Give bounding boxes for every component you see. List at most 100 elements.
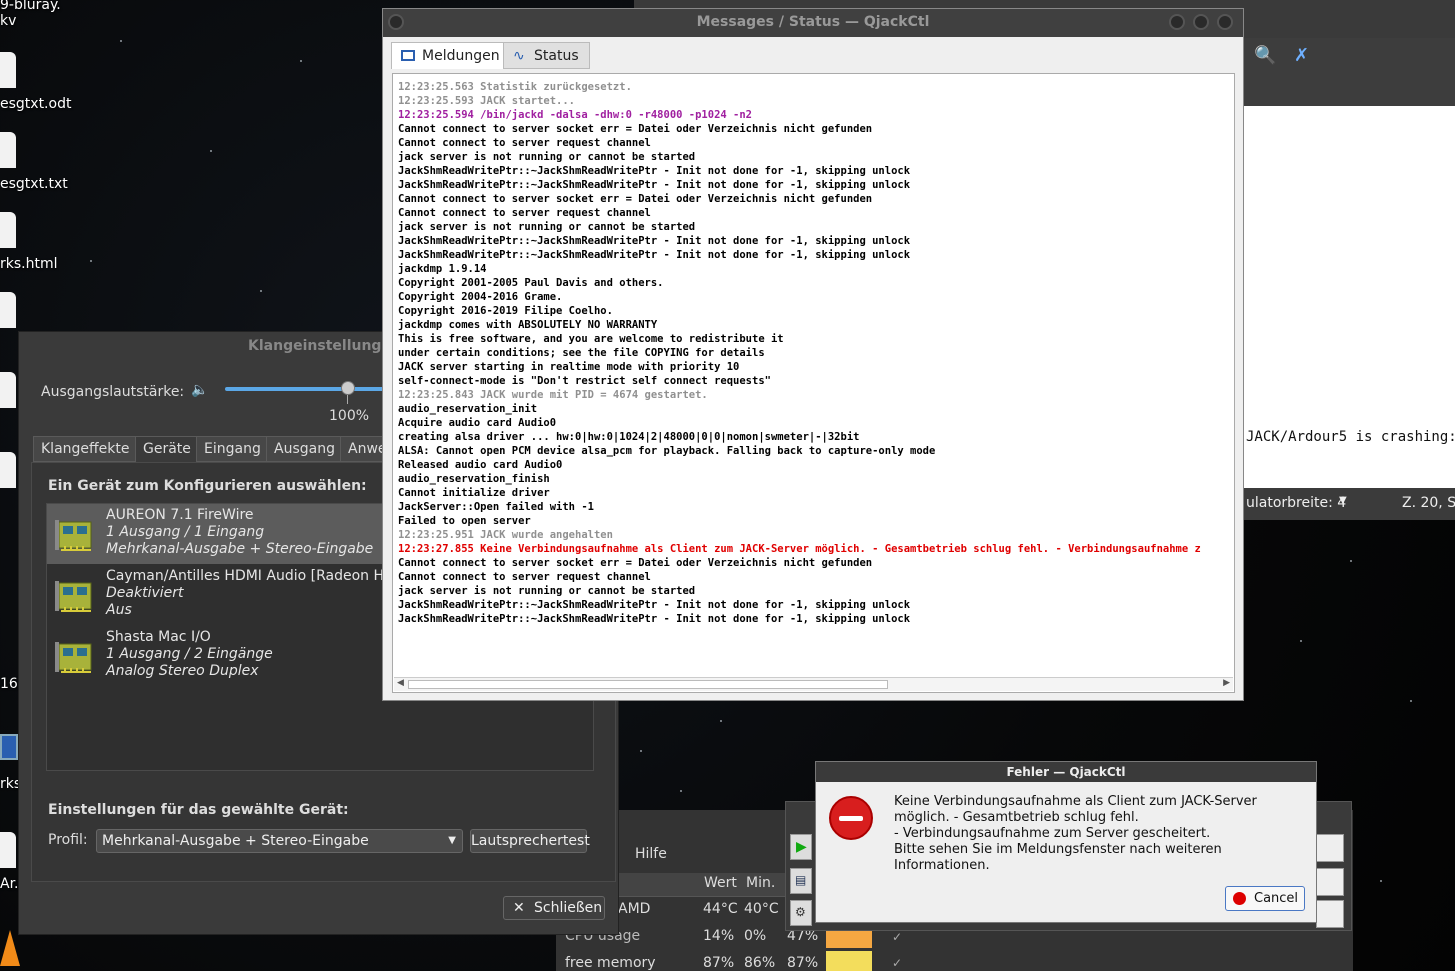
- tab-status-label: Status: [534, 48, 579, 64]
- file-icon[interactable]: [0, 132, 16, 168]
- messages-icon: ▤: [795, 873, 807, 887]
- desktop-icon-label[interactable]: Ar.: [0, 876, 19, 892]
- desktop-icon-label[interactable]: rks.html: [0, 256, 58, 272]
- device-name: AUREON 7.1 FireWire: [106, 507, 254, 523]
- editor-text-line[interactable]: JACK/Ardour5 is crashing:: [1246, 429, 1455, 445]
- window-title: Messages / Status — QjackCtl: [383, 9, 1243, 37]
- menu-help[interactable]: Hilfe: [635, 846, 667, 862]
- search-icon[interactable]: 🔍: [1254, 45, 1276, 67]
- profile-select[interactable]: Mehrkanal-Ausgabe + Stereo-Eingabe ▼: [96, 829, 463, 853]
- chevron-down-icon: ▼: [448, 835, 456, 846]
- scrollbar-thumb[interactable]: [408, 680, 888, 689]
- column-header[interactable]: Wert: [704, 875, 737, 891]
- sensor-value: 87%: [703, 955, 735, 971]
- message-log[interactable]: 12:23:25.563 Statistik zurückgesetzt. 12:…: [392, 73, 1235, 693]
- desktop-icon-label[interactable]: kv: [0, 13, 16, 29]
- log-line: JACK server starting in realtime mode wi…: [398, 361, 740, 373]
- log-line: Cannot connect to server request channel: [398, 207, 651, 219]
- checkbox-icon[interactable]: ✓: [892, 956, 902, 970]
- file-icon[interactable]: [0, 52, 16, 88]
- maximize-button[interactable]: [1193, 14, 1209, 30]
- window-menu-button[interactable]: [388, 14, 404, 30]
- toolbar-button[interactable]: [1316, 834, 1344, 862]
- log-line: audio_reservation_finish: [398, 473, 550, 485]
- log-line: 12:23:25.563 Statistik zurückgesetzt.: [398, 81, 632, 93]
- scroll-right-icon[interactable]: ▶: [1223, 678, 1230, 688]
- device-name: Cayman/Antilles HDMI Audio [Radeon HD 6: [106, 568, 409, 584]
- close-button-label: Schließen: [534, 900, 603, 916]
- cancel-icon: [1233, 892, 1246, 905]
- checkbox-icon[interactable]: ✓: [892, 930, 902, 944]
- toolbar-button[interactable]: [1316, 900, 1344, 928]
- column-header[interactable]: Min.: [746, 875, 775, 891]
- desktop-icon-label[interactable]: esgtxt.odt: [0, 96, 71, 112]
- file-icon[interactable]: [0, 452, 16, 488]
- spellcheck-icon[interactable]: ✗: [1294, 45, 1316, 67]
- close-button[interactable]: ✕ Schließen: [503, 896, 605, 920]
- log-line: jack server is not running or cannot be …: [398, 151, 696, 163]
- log-line: jack server is not running or cannot be …: [398, 585, 696, 597]
- scroll-left-icon[interactable]: ◀: [397, 678, 404, 688]
- log-line: JackShmReadWritePtr::~JackShmReadWritePt…: [398, 613, 911, 625]
- horizontal-scrollbar[interactable]: ◀ ▶: [394, 677, 1233, 691]
- toolbar-button[interactable]: [1316, 868, 1344, 896]
- log-line: This is free software, and you are welco…: [398, 333, 784, 345]
- log-line: 12:23:25.843 JACK wurde mit PID = 4674 g…: [398, 389, 708, 401]
- log-line: Copyright 2001-2005 Paul Davis and other…: [398, 277, 664, 289]
- sensor-value: 44°C: [703, 901, 738, 917]
- tab-input[interactable]: Eingang: [196, 436, 269, 462]
- tab-devices[interactable]: Geräte: [135, 436, 199, 462]
- log-line: Acquire audio card Audio0: [398, 417, 557, 429]
- log-line: Released audio card Audio0: [398, 459, 563, 471]
- vlc-icon[interactable]: [0, 930, 20, 966]
- tab-status[interactable]: ∿ Status: [503, 42, 590, 69]
- speaker-icon[interactable]: 🔈: [191, 382, 208, 398]
- computer-icon[interactable]: [0, 734, 18, 760]
- setup-button[interactable]: ⚙: [790, 900, 812, 926]
- volume-slider-handle[interactable]: [341, 381, 355, 395]
- start-button[interactable]: ▶: [790, 834, 812, 860]
- tab-messages-label: Meldungen: [422, 48, 500, 64]
- log-line: Copyright 2004-2016 Grame.: [398, 291, 563, 303]
- volume-percent: 100%: [329, 408, 370, 424]
- tab-width-selector[interactable]: ulatorbreite: 4: [1246, 495, 1346, 511]
- log-line: JackShmReadWritePtr::~JackShmReadWritePt…: [398, 165, 911, 177]
- cancel-button[interactable]: Cancel: [1225, 886, 1305, 911]
- error-message: Keine Verbindungsaufnahme als Client zum…: [894, 794, 1294, 874]
- error-message-line: Keine Verbindungsaufnahme als Client zum…: [894, 794, 1257, 825]
- html-file-icon[interactable]: [0, 212, 16, 248]
- sensor-min: 40°C: [744, 901, 779, 917]
- error-message-line: - Verbindungsaufnahme zum Server geschei…: [894, 826, 1211, 841]
- error-icon: [829, 796, 873, 840]
- sensor-max: 87%: [787, 955, 819, 971]
- memory-bar: [826, 951, 872, 971]
- error-dialog: Fehler — QjackCtl Keine Verbindungsaufna…: [815, 761, 1317, 923]
- minimize-button[interactable]: [1169, 14, 1185, 30]
- sensor-min: 0%: [744, 928, 767, 944]
- device-settings-label: Einstellungen für das gewählte Gerät:: [48, 802, 349, 818]
- close-window-button[interactable]: [1217, 14, 1233, 30]
- log-line: ALSA: Cannot open PCM device alsa_pcm fo…: [398, 445, 936, 457]
- speaker-test-button[interactable]: Lautsprechertest: [470, 829, 590, 853]
- file-icon[interactable]: [0, 832, 16, 868]
- sensor-value: 14%: [703, 928, 735, 944]
- desktop-icon-label[interactable]: esgtxt.txt: [0, 176, 68, 192]
- messages-button[interactable]: ▤: [790, 868, 812, 894]
- sound-card-icon: [55, 642, 92, 673]
- log-line: jackdmp 1.9.14: [398, 263, 487, 275]
- status-graph-icon: ∿: [513, 48, 525, 64]
- sound-card-icon: [55, 581, 92, 612]
- log-line: Cannot connect to server socket err = Da…: [398, 123, 873, 135]
- tab-messages[interactable]: Meldungen: [391, 42, 511, 69]
- desktop-icon-label[interactable]: 9-bluray.: [0, 0, 61, 13]
- error-message-line: Bitte sehen Sie im Meldungsfenster nach …: [894, 842, 1222, 873]
- file-icon[interactable]: [0, 292, 16, 328]
- tab-output[interactable]: Ausgang: [266, 436, 343, 462]
- sensor-label: AMD: [618, 901, 651, 917]
- log-line: self-connect-mode is "Don't restrict sel…: [398, 375, 771, 387]
- cancel-button-label: Cancel: [1254, 891, 1299, 906]
- log-line: creating alsa driver ... hw:0|hw:0|1024|…: [398, 431, 860, 443]
- device-profile: Mehrkanal-Ausgabe + Stereo-Eingabe: [106, 541, 374, 557]
- file-icon[interactable]: [0, 372, 16, 408]
- tab-sound-effects[interactable]: Klangeffekte: [33, 436, 138, 462]
